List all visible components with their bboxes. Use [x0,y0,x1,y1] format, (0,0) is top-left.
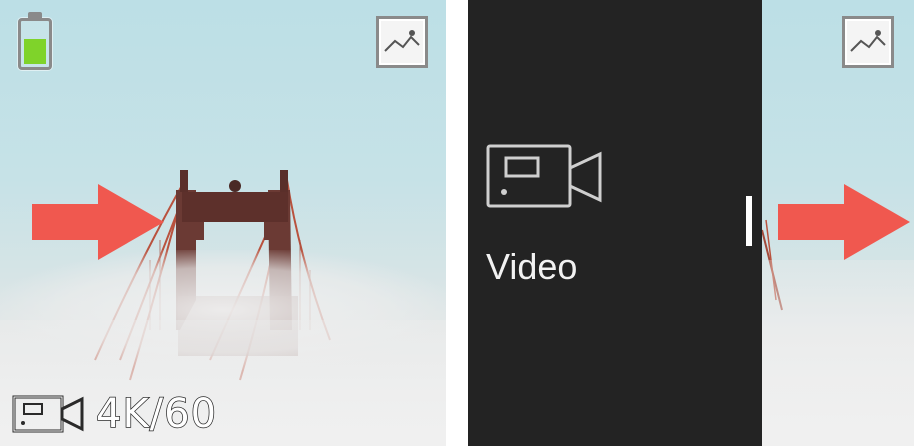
landscape-image-icon [850,30,886,52]
battery-icon [18,12,52,70]
landscape-image-icon [384,30,420,52]
battery-level-fill [24,39,46,64]
swipe-right-arrow-icon [778,184,910,260]
swipe-right-arrow-icon [32,184,164,260]
mode-label: Video [486,246,578,287]
gallery-icon[interactable] [842,16,894,68]
resolution-framerate-label: 4K/60 [95,390,218,438]
video-camera-icon [12,395,84,433]
mode-menu-panel[interactable]: Video [468,0,762,446]
camera-live-view-screen: 4K/60 [0,0,446,446]
camera-mode-menu-screen: Video [468,0,914,446]
capture-mode-indicator[interactable]: 4K/60 [12,390,218,438]
gallery-icon[interactable] [376,16,428,68]
menu-scroll-handle[interactable] [746,196,752,246]
video-camera-icon [486,144,602,208]
